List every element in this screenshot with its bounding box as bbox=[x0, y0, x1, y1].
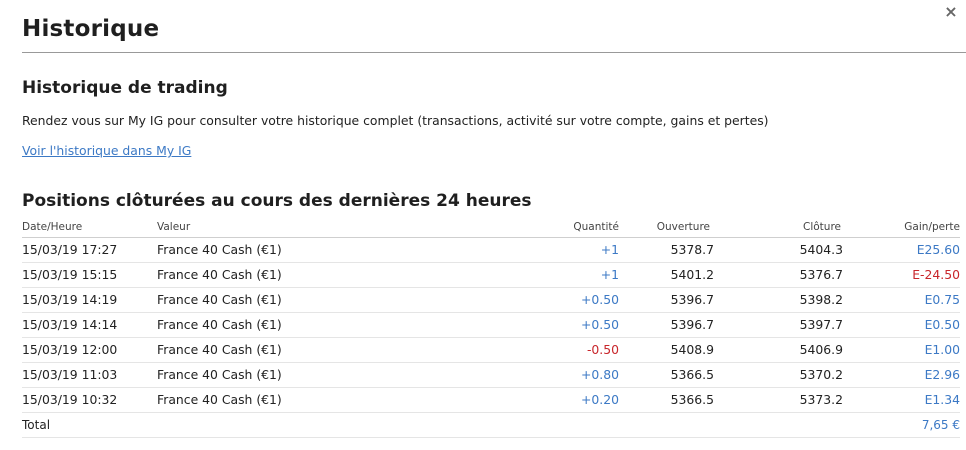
row-quantity: +0.20 bbox=[581, 392, 619, 407]
row-open: 5396.7 bbox=[670, 317, 714, 332]
table-row: 15/03/19 14:19 France 40 Cash (€1) +0.50… bbox=[22, 288, 960, 313]
row-gain: E1.34 bbox=[924, 392, 960, 407]
row-value: France 40 Cash (€1) bbox=[157, 342, 282, 357]
row-gain: E0.75 bbox=[924, 292, 960, 307]
row-open: 5366.5 bbox=[670, 392, 714, 407]
row-quantity: +0.80 bbox=[581, 367, 619, 382]
row-close: 5373.2 bbox=[799, 392, 843, 407]
row-quantity: -0.50 bbox=[586, 342, 619, 357]
total-label: Total bbox=[22, 418, 51, 432]
closed-positions-table: Date/Heure Valeur Quantité Ouverture Clô… bbox=[22, 217, 960, 438]
table-total-row: Total 7,65 € bbox=[22, 413, 960, 438]
row-open: 5408.9 bbox=[670, 342, 714, 357]
row-open: 5396.7 bbox=[670, 292, 714, 307]
row-value: France 40 Cash (€1) bbox=[157, 367, 282, 382]
row-gain: E-24.50 bbox=[912, 267, 960, 282]
table-row: 15/03/19 14:14 France 40 Cash (€1) +0.50… bbox=[22, 313, 960, 338]
column-header-open: Ouverture bbox=[656, 221, 710, 233]
table-row: 15/03/19 17:27 France 40 Cash (€1) +1 53… bbox=[22, 238, 960, 263]
view-history-link[interactable]: Voir l'historique dans My IG bbox=[22, 143, 191, 158]
column-header-gain: Gain/perte bbox=[904, 221, 960, 233]
row-value: France 40 Cash (€1) bbox=[157, 292, 282, 307]
row-date: 15/03/19 17:27 bbox=[22, 242, 118, 257]
column-header-close: Clôture bbox=[803, 221, 841, 233]
row-gain: E0.50 bbox=[924, 317, 960, 332]
row-gain: E2.96 bbox=[924, 367, 960, 382]
table-row: 15/03/19 15:15 France 40 Cash (€1) +1 54… bbox=[22, 263, 960, 288]
row-value: France 40 Cash (€1) bbox=[157, 392, 282, 407]
column-header-date: Date/Heure bbox=[22, 221, 83, 233]
trading-history-description: Rendez vous sur My IG pour consulter vot… bbox=[22, 113, 769, 128]
table-header-row: Date/Heure Valeur Quantité Ouverture Clô… bbox=[22, 217, 960, 238]
row-close: 5370.2 bbox=[799, 367, 843, 382]
row-gain: E25.60 bbox=[916, 242, 960, 257]
row-close: 5398.2 bbox=[799, 292, 843, 307]
row-date: 15/03/19 12:00 bbox=[22, 342, 118, 357]
row-value: France 40 Cash (€1) bbox=[157, 317, 282, 332]
row-date: 15/03/19 15:15 bbox=[22, 267, 118, 282]
row-value: France 40 Cash (€1) bbox=[157, 267, 282, 282]
row-open: 5366.5 bbox=[670, 367, 714, 382]
row-open: 5378.7 bbox=[670, 242, 714, 257]
row-quantity: +0.50 bbox=[581, 292, 619, 307]
column-header-quantity: Quantité bbox=[573, 221, 619, 233]
row-gain: E1.00 bbox=[924, 342, 960, 357]
row-close: 5406.9 bbox=[799, 342, 843, 357]
row-date: 15/03/19 14:14 bbox=[22, 317, 118, 332]
table-row: 15/03/19 11:03 France 40 Cash (€1) +0.80… bbox=[22, 363, 960, 388]
row-quantity: +1 bbox=[600, 242, 619, 257]
total-value: 7,65 € bbox=[921, 418, 960, 432]
close-icon[interactable]: × bbox=[943, 4, 959, 20]
closed-positions-heading: Positions clôturées au cours des dernièr… bbox=[22, 191, 532, 211]
page-title: Historique bbox=[22, 16, 160, 42]
title-divider bbox=[22, 52, 966, 53]
row-close: 5376.7 bbox=[799, 267, 843, 282]
row-value: France 40 Cash (€1) bbox=[157, 242, 282, 257]
row-open: 5401.2 bbox=[670, 267, 714, 282]
column-header-value: Valeur bbox=[157, 221, 191, 233]
trading-history-heading: Historique de trading bbox=[22, 78, 228, 98]
row-quantity: +0.50 bbox=[581, 317, 619, 332]
table-row: 15/03/19 10:32 France 40 Cash (€1) +0.20… bbox=[22, 388, 960, 413]
row-date: 15/03/19 14:19 bbox=[22, 292, 118, 307]
row-close: 5397.7 bbox=[799, 317, 843, 332]
row-date: 15/03/19 11:03 bbox=[22, 367, 118, 382]
row-date: 15/03/19 10:32 bbox=[22, 392, 118, 407]
table-row: 15/03/19 12:00 France 40 Cash (€1) -0.50… bbox=[22, 338, 960, 363]
row-close: 5404.3 bbox=[799, 242, 843, 257]
row-quantity: +1 bbox=[600, 267, 619, 282]
